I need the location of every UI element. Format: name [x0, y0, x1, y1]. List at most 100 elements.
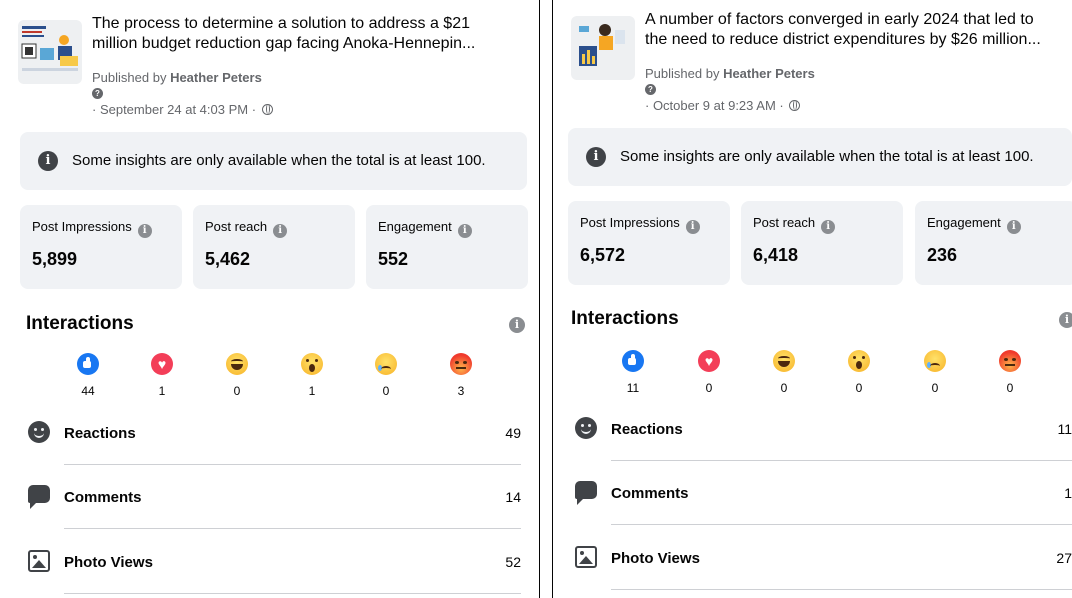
published-by: Published by Heather Peters	[92, 70, 262, 85]
post-title-line: A number of factors converged in early 2…	[645, 11, 1034, 28]
reaction-count: 1	[158, 384, 166, 398]
reaction-count: 0	[780, 381, 788, 395]
reaction-sad: 0	[366, 353, 406, 398]
metric-label-text: Engagement	[927, 215, 1001, 230]
comment-icon	[28, 485, 50, 509]
divider	[611, 524, 1072, 525]
love-icon	[698, 350, 720, 372]
stat-row-reactions[interactable]: Reactions 49	[20, 401, 521, 465]
reaction-wow: 0	[839, 350, 879, 395]
love-icon	[151, 353, 173, 375]
author-name[interactable]: Heather Peters	[170, 70, 262, 85]
insights-notice: i Some insights are only available when …	[568, 128, 1072, 186]
reaction-count: 0	[233, 384, 241, 398]
info-icon[interactable]: i	[509, 317, 525, 333]
interactions-title: Interactions	[26, 313, 134, 334]
wow-icon	[301, 353, 323, 375]
insights-notice-text: Some insights are only available when th…	[72, 152, 486, 169]
metric-label-text: Post Impressions	[32, 219, 132, 234]
metric-card-impressions: Post Impressions i 6,572	[568, 201, 730, 285]
post-header: The process to determine a solution to a…	[18, 14, 527, 124]
metric-card-reach: Post reach i 6,418	[741, 201, 903, 285]
stat-row-photo-views[interactable]: Photo Views 27	[567, 526, 1072, 590]
reaction-haha: 0	[217, 353, 257, 398]
info-icon: i	[586, 147, 606, 167]
published-by: Published by Heather Peters	[645, 66, 815, 81]
metric-label: Post Impressions i	[32, 219, 152, 238]
metric-value: 236	[927, 245, 958, 265]
post-insights-panel: A number of factors converged in early 2…	[552, 0, 1072, 598]
help-icon[interactable]: ?	[645, 84, 656, 95]
stat-value: 1	[1064, 485, 1072, 501]
metric-card-engagement: Engagement i 552	[366, 205, 528, 289]
post-thumbnail[interactable]	[18, 20, 82, 84]
metric-label-text: Post reach	[753, 215, 816, 230]
sad-icon	[375, 353, 397, 375]
help-icon[interactable]: ?	[92, 88, 103, 99]
post-date: · October 9 at 9:23 AM ·	[645, 98, 801, 113]
post-date-text: · October 9 at 9:23 AM ·	[645, 98, 784, 113]
info-icon[interactable]: i	[273, 224, 288, 238]
stat-label: Reactions	[611, 421, 683, 438]
reaction-like: 44	[68, 353, 108, 398]
info-icon[interactable]: i	[821, 220, 836, 234]
stat-label: Comments	[611, 485, 689, 502]
insights-notice: i Some insights are only available when …	[20, 132, 527, 190]
reaction-wow: 1	[292, 353, 332, 398]
post-title-line: million budget reduction gap facing Anok…	[92, 35, 476, 52]
reaction-count: 0	[705, 381, 713, 395]
info-icon[interactable]: i	[137, 224, 152, 238]
stat-row-comments[interactable]: Comments 14	[20, 465, 521, 529]
metric-label: Post reach i	[753, 215, 836, 234]
reaction-love: 1	[142, 353, 182, 398]
info-icon[interactable]: i	[685, 220, 700, 234]
insights-notice-text: Some insights are only available when th…	[620, 148, 1034, 165]
metric-card-reach: Post reach i 5,462	[193, 205, 355, 289]
metric-label: Post Impressions i	[580, 215, 700, 234]
photo-icon	[575, 546, 597, 568]
smile-icon	[28, 421, 50, 443]
info-icon[interactable]: i	[1006, 220, 1021, 234]
metric-label-text: Post Impressions	[580, 215, 680, 230]
stat-row-reactions[interactable]: Reactions 11	[567, 397, 1072, 461]
angry-icon	[999, 350, 1021, 372]
info-icon[interactable]: i	[1059, 312, 1072, 328]
reaction-love: 0	[689, 350, 729, 395]
metric-label: Engagement i	[927, 215, 1021, 234]
reaction-angry: 3	[441, 353, 481, 398]
metric-value: 6,418	[753, 245, 799, 265]
post-title[interactable]: A number of factors converged in early 2…	[645, 10, 1060, 50]
haha-icon	[226, 353, 248, 375]
stat-label: Photo Views	[611, 550, 700, 567]
post-thumbnail[interactable]	[571, 16, 635, 80]
metric-value: 552	[378, 249, 409, 269]
like-icon	[77, 353, 99, 375]
info-icon[interactable]: i	[457, 224, 472, 238]
stat-row-comments[interactable]: Comments 1	[567, 461, 1072, 525]
wow-icon	[848, 350, 870, 372]
sad-icon	[924, 350, 946, 372]
author-name[interactable]: Heather Peters	[723, 66, 815, 81]
stat-row-photo-views[interactable]: Photo Views 52	[20, 530, 521, 594]
metric-label-text: Engagement	[378, 219, 452, 234]
post-date-text: · September 24 at 4:03 PM ·	[92, 102, 257, 117]
reaction-like: 11	[613, 350, 653, 395]
metric-card-impressions: Post Impressions i 5,899	[20, 205, 182, 289]
reaction-haha: 0	[764, 350, 804, 395]
metric-label: Engagement i	[378, 219, 472, 238]
stat-label: Photo Views	[64, 554, 153, 571]
post-title[interactable]: The process to determine a solution to a…	[92, 14, 527, 54]
metric-value: 6,572	[580, 245, 626, 265]
divider	[64, 593, 521, 594]
published-by-label: Published by	[92, 70, 171, 85]
post-header: A number of factors converged in early 2…	[571, 10, 1060, 120]
stat-value: 52	[505, 554, 521, 570]
comment-icon	[575, 481, 597, 505]
angry-icon	[450, 353, 472, 375]
info-icon: i	[38, 151, 58, 171]
reaction-angry: 0	[990, 350, 1030, 395]
reaction-count: 0	[855, 381, 863, 395]
metric-label: Post reach i	[205, 219, 288, 238]
reaction-count: 44	[81, 384, 95, 398]
reaction-count: 11	[626, 381, 640, 395]
